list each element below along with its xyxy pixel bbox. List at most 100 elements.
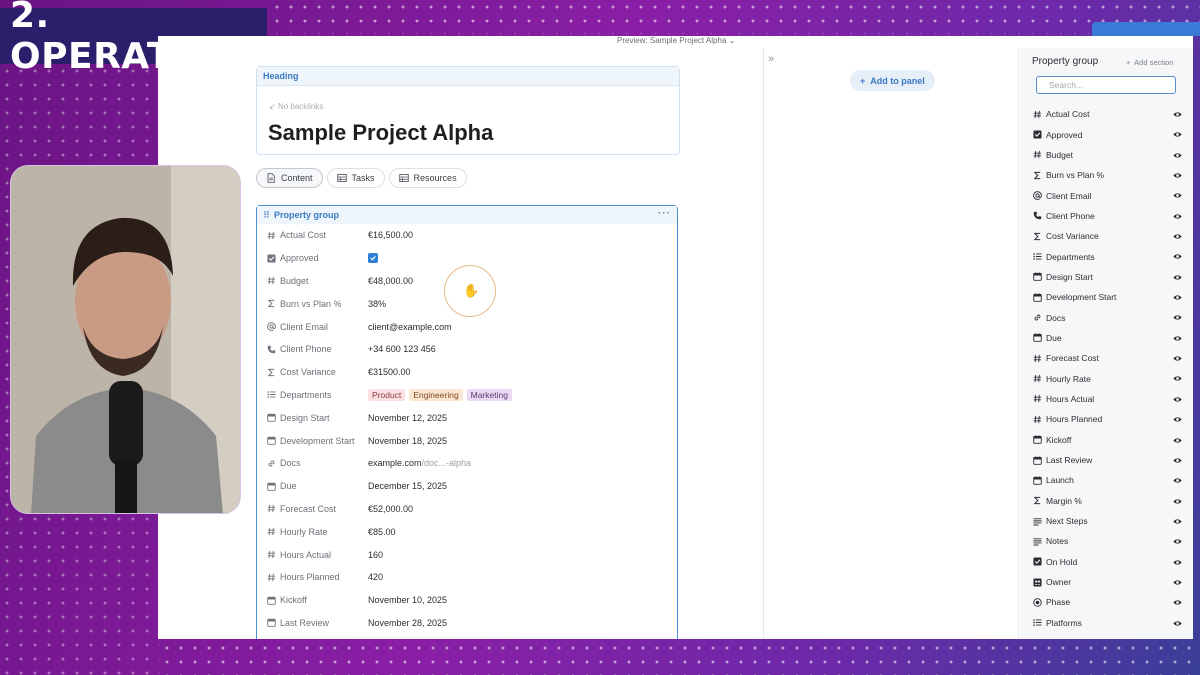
eye-icon[interactable] bbox=[1173, 212, 1182, 221]
property-row[interactable]: Client Phone +34 600 123 456 bbox=[257, 338, 677, 361]
sidebar-item-launch[interactable]: Launch bbox=[1020, 470, 1193, 490]
eye-icon[interactable] bbox=[1173, 313, 1182, 322]
sidebar-item-forecast-cost[interactable]: Forecast Cost bbox=[1020, 348, 1193, 368]
property-value[interactable]: December 15, 2025 bbox=[368, 481, 447, 491]
drag-handle-icon[interactable]: ⠿ bbox=[263, 210, 270, 221]
property-row[interactable]: Design Start November 12, 2025 bbox=[257, 406, 677, 429]
sidebar-item-margin[interactable]: Margin % bbox=[1020, 491, 1193, 511]
tab-content[interactable]: Content bbox=[256, 168, 323, 188]
property-value[interactable]: example.com bbox=[368, 458, 422, 468]
heading-card[interactable]: Heading ↙ No backlinks Sample Project Al… bbox=[256, 66, 680, 155]
sidebar-item-label: Design Start bbox=[1046, 271, 1093, 282]
property-value[interactable]: +34 600 123 456 bbox=[368, 344, 436, 354]
property-value[interactable]: €31500.00 bbox=[368, 367, 411, 377]
property-value[interactable]: 160 bbox=[368, 550, 383, 560]
sidebar-item-hours-actual[interactable]: Hours Actual bbox=[1020, 389, 1193, 409]
property-value[interactable]: €48,000.00 bbox=[368, 276, 413, 286]
property-value[interactable]: 38% bbox=[368, 299, 386, 309]
department-chip[interactable]: Engineering bbox=[409, 388, 463, 401]
eye-icon[interactable] bbox=[1173, 293, 1182, 302]
property-row[interactable]: Departments Product Engineering Marketing bbox=[257, 384, 677, 407]
property-row[interactable]: Client Email client@example.com bbox=[257, 315, 677, 338]
eye-icon[interactable] bbox=[1173, 130, 1182, 139]
property-value[interactable]: €85.00 bbox=[368, 527, 396, 537]
sidebar-item-on-hold[interactable]: On Hold bbox=[1020, 552, 1193, 572]
eye-icon[interactable] bbox=[1173, 415, 1182, 424]
property-value[interactable]: November 18, 2025 bbox=[368, 436, 447, 446]
property-row[interactable]: Development Start November 18, 2025 bbox=[257, 429, 677, 452]
sidebar-item-last-review[interactable]: Last Review bbox=[1020, 450, 1193, 470]
eye-icon[interactable] bbox=[1173, 619, 1182, 628]
eye-icon[interactable] bbox=[1173, 436, 1182, 445]
eye-icon[interactable] bbox=[1173, 374, 1182, 383]
sidebar-item-due[interactable]: Due bbox=[1020, 328, 1193, 348]
sidebar-item-kickoff[interactable]: Kickoff bbox=[1020, 430, 1193, 450]
property-row[interactable]: Actual Cost €16,500.00 bbox=[257, 224, 677, 247]
approved-checkbox[interactable] bbox=[368, 253, 378, 264]
sidebar-item-docs[interactable]: Docs bbox=[1020, 307, 1193, 327]
sidebar-item-next-steps[interactable]: Next Steps bbox=[1020, 511, 1193, 531]
property-row[interactable]: Hours Planned 420 bbox=[257, 566, 677, 589]
property-row[interactable]: Kickoff November 10, 2025 bbox=[257, 589, 677, 612]
eye-icon[interactable] bbox=[1173, 497, 1182, 506]
eye-icon[interactable] bbox=[1173, 191, 1182, 200]
property-row[interactable]: Last Review November 28, 2025 bbox=[257, 612, 677, 635]
tab-resources[interactable]: Resources bbox=[388, 168, 467, 188]
sidebar-item-budget[interactable]: Budget bbox=[1020, 145, 1193, 165]
property-row[interactable]: Due December 15, 2025 bbox=[257, 475, 677, 498]
sidebar-item-notes[interactable]: Notes bbox=[1020, 531, 1193, 551]
eye-icon[interactable] bbox=[1173, 578, 1182, 587]
property-row[interactable]: Cost Variance €31500.00 bbox=[257, 361, 677, 384]
department-chip[interactable]: Product bbox=[368, 388, 406, 401]
property-value[interactable]: client@example.com bbox=[368, 322, 452, 332]
property-value[interactable]: November 10, 2025 bbox=[368, 595, 447, 605]
eye-icon[interactable] bbox=[1173, 171, 1182, 180]
eye-icon[interactable] bbox=[1173, 273, 1182, 282]
property-value[interactable]: November 12, 2025 bbox=[368, 413, 447, 423]
eye-icon[interactable] bbox=[1173, 232, 1182, 241]
property-row[interactable]: Hourly Rate €85.00 bbox=[257, 520, 677, 543]
sidebar-item-cost-variance[interactable]: Cost Variance bbox=[1020, 226, 1193, 246]
property-value[interactable]: November 28, 2025 bbox=[368, 618, 447, 628]
sidebar-item-owner[interactable]: Owner bbox=[1020, 572, 1193, 592]
eye-icon[interactable] bbox=[1173, 517, 1182, 526]
sidebar-item-burn-vs-plan[interactable]: Burn vs Plan % bbox=[1020, 165, 1193, 185]
sidebar-item-development-start[interactable]: Development Start bbox=[1020, 287, 1193, 307]
department-chip[interactable]: Marketing bbox=[466, 388, 512, 401]
add-to-panel-button[interactable]: + Add to panel bbox=[850, 70, 935, 91]
sidebar-item-design-start[interactable]: Design Start bbox=[1020, 267, 1193, 287]
sidebar-item-client-phone[interactable]: Client Phone bbox=[1020, 206, 1193, 226]
property-value[interactable]: €52,000.00 bbox=[368, 504, 413, 514]
sidebar-item-approved[interactable]: Approved bbox=[1020, 124, 1193, 144]
eye-icon[interactable] bbox=[1173, 456, 1182, 465]
eye-icon[interactable] bbox=[1173, 151, 1182, 160]
sidebar-item-hourly-rate[interactable]: Hourly Rate bbox=[1020, 368, 1193, 388]
eye-icon[interactable] bbox=[1173, 252, 1182, 261]
eye-icon[interactable] bbox=[1173, 395, 1182, 404]
sidebar-item-actual-cost[interactable]: Actual Cost bbox=[1020, 104, 1193, 124]
more-options-icon[interactable]: ··· bbox=[658, 208, 671, 219]
property-row[interactable]: Hours Actual 160 bbox=[257, 543, 677, 566]
eye-icon[interactable] bbox=[1173, 476, 1182, 485]
sidebar-item-departments[interactable]: Departments bbox=[1020, 246, 1193, 266]
sidebar-item-hours-planned[interactable]: Hours Planned bbox=[1020, 409, 1193, 429]
sidebar-search-input[interactable] bbox=[1036, 76, 1176, 94]
sidebar-item-platforms[interactable]: Platforms bbox=[1020, 613, 1193, 633]
eye-icon[interactable] bbox=[1173, 110, 1182, 119]
sidebar-item-label: Approved bbox=[1046, 129, 1083, 140]
property-row[interactable]: Forecast Cost €52,000.00 bbox=[257, 498, 677, 521]
collapse-panel-icon[interactable]: » bbox=[768, 53, 774, 65]
sidebar-item-client-email[interactable]: Client Email bbox=[1020, 185, 1193, 205]
eye-icon[interactable] bbox=[1173, 354, 1182, 363]
add-section-button[interactable]: + Add section bbox=[1126, 58, 1173, 67]
eye-icon[interactable] bbox=[1173, 334, 1182, 343]
property-row[interactable]: Docs example.com/doc...-alpha bbox=[257, 452, 677, 475]
eye-icon[interactable] bbox=[1173, 537, 1182, 546]
eye-icon[interactable] bbox=[1173, 558, 1182, 567]
property-value[interactable]: 420 bbox=[368, 572, 383, 582]
property-value[interactable]: €16,500.00 bbox=[368, 230, 413, 240]
tab-tasks[interactable]: Tasks bbox=[326, 168, 385, 188]
sidebar-item-label: Hours Planned bbox=[1046, 414, 1103, 425]
eye-icon[interactable] bbox=[1173, 598, 1182, 607]
sidebar-item-phase[interactable]: Phase bbox=[1020, 592, 1193, 612]
